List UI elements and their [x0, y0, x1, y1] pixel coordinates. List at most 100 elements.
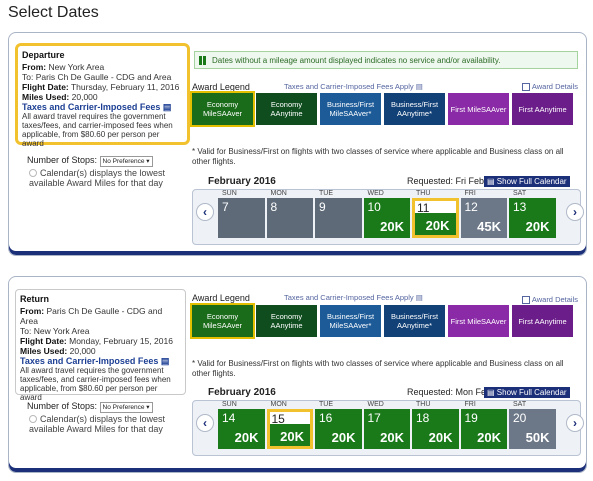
- legend-economy-aanytime[interactable]: Economy AAnytime: [256, 93, 317, 125]
- miles-label: Miles Used:: [22, 92, 70, 102]
- calendar-day-19[interactable]: 19 20K: [460, 409, 507, 449]
- stops-select[interactable]: No Preference ▾: [99, 402, 153, 413]
- day-of-week-label: MON: [270, 401, 287, 408]
- award-details-link[interactable]: Award Details: [521, 82, 578, 92]
- legend-first-milesaaver[interactable]: First MileSAAver: [448, 305, 509, 337]
- day-of-week-label: WED: [367, 401, 384, 408]
- legend-economy-milesaaver[interactable]: Economy MileSAAver: [190, 91, 255, 127]
- day-of-week-label: TUE: [319, 401, 333, 408]
- calendar-day-11[interactable]: 11 20K: [412, 198, 459, 238]
- calendar-day-18[interactable]: 18 20K: [412, 409, 459, 449]
- day-miles: 20K: [380, 219, 404, 234]
- legend-business-milesaaver[interactable]: Business/First MileSAAver*: [320, 93, 381, 125]
- departure-title: Departure: [22, 50, 65, 60]
- day-of-week-label: MON: [270, 190, 287, 197]
- day-of-week-label: WED: [367, 190, 384, 197]
- departure-calendar: February 2016 Requested: Fri Feb 12 ▤ Sh…: [192, 176, 584, 245]
- day-number: 16: [319, 411, 333, 425]
- stops-filter: Number of Stops: No Preference ▾: [27, 401, 153, 413]
- fees-info-icon[interactable]: ▤: [161, 356, 170, 366]
- day-number: 12: [464, 200, 478, 214]
- calendar-day-15[interactable]: 15 20K: [266, 409, 313, 449]
- calendar-day-14[interactable]: 14 20K: [218, 409, 265, 449]
- day-of-week-label: FRI: [464, 401, 476, 408]
- flight-date-value: Monday, February 15, 2016: [69, 336, 173, 346]
- calendar-radio[interactable]: [29, 415, 37, 423]
- legend-business-aanytime[interactable]: Business/First AAnytime*: [384, 93, 445, 125]
- calendar-day-17[interactable]: 17 20K: [363, 409, 410, 449]
- calendar-day-16[interactable]: 16 20K: [315, 409, 362, 449]
- legend-boxes: Economy MileSAAver Economy AAnytime Busi…: [190, 303, 573, 339]
- from-label: From:: [22, 62, 47, 72]
- day-miles: 20K: [428, 430, 453, 445]
- day-of-week-label: SUN: [222, 190, 237, 197]
- award-legend-title: Award Legend: [192, 82, 250, 92]
- next-week-button[interactable]: ›: [566, 414, 584, 432]
- fees-info-icon[interactable]: ▤: [163, 102, 172, 112]
- award-details-link[interactable]: Award Details: [521, 295, 578, 305]
- valid-note: * Valid for Business/First on flights wi…: [192, 147, 564, 166]
- prev-week-button[interactable]: ‹: [196, 414, 214, 432]
- next-week-button[interactable]: ›: [566, 203, 584, 221]
- return-panel: Return From: Paris Ch De Gaulle - CDG an…: [8, 276, 587, 473]
- day-number: 17: [367, 411, 381, 425]
- calendar-note: Calendar(s) displays the lowest availabl…: [29, 414, 166, 434]
- calendar-day-8[interactable]: 8: [266, 198, 313, 238]
- show-full-calendar-button[interactable]: ▤ Show Full Calendar: [484, 176, 570, 187]
- legend-economy-milesaaver[interactable]: Economy MileSAAver: [190, 303, 255, 339]
- stops-label: Number of Stops:: [27, 155, 98, 165]
- day-of-week-label: SUN: [222, 401, 237, 408]
- calendar-day-12[interactable]: 12 45K: [460, 198, 507, 238]
- departure-summary[interactable]: Departure From: New York Area To: Paris …: [15, 43, 190, 148]
- calendar-strip: ‹ SUN MON TUE WED THU FRI SAT 7 8 9 10 20K 11 20K 12 4…: [192, 189, 584, 245]
- calendar-note: Calendar(s) displays the lowest availabl…: [29, 168, 166, 188]
- day-miles: 20K: [477, 430, 501, 445]
- day-miles: 20K: [380, 430, 404, 445]
- to-label: To:: [22, 72, 34, 82]
- day-number: 18: [416, 411, 430, 425]
- flight-date-label: Flight Date:: [20, 336, 67, 346]
- day-number: 7: [222, 200, 229, 214]
- legend-fees-link[interactable]: Taxes and Carrier-Imposed Fees Apply ▤: [284, 82, 423, 91]
- legend-first-milesaaver[interactable]: First MileSAAver: [448, 93, 509, 125]
- day-number: 19: [464, 411, 478, 425]
- calendar-day-10[interactable]: 10 20K: [363, 198, 410, 238]
- calendar-day-13[interactable]: 13 20K: [509, 198, 556, 238]
- fees-link[interactable]: Taxes and Carrier-Imposed Fees: [20, 356, 158, 366]
- day-number: 10: [367, 200, 381, 214]
- day-number: 15: [271, 412, 285, 426]
- legend-fees-link[interactable]: Taxes and Carrier-Imposed Fees Apply ▤: [284, 293, 423, 302]
- calendar-day-9[interactable]: 9: [315, 198, 362, 238]
- show-full-calendar-button[interactable]: ▤ Show Full Calendar: [484, 387, 570, 398]
- day-number: 14: [222, 411, 236, 425]
- fees-link[interactable]: Taxes and Carrier-Imposed Fees: [22, 102, 160, 112]
- info-icon: [199, 56, 206, 66]
- legend-business-milesaaver[interactable]: Business/First MileSAAver*: [320, 305, 381, 337]
- to-value: New York Area: [33, 326, 90, 336]
- award-details-icon: [521, 296, 530, 305]
- legend-boxes: Economy MileSAAver Economy AAnytime Busi…: [190, 91, 573, 127]
- calendar-radio[interactable]: [29, 169, 37, 177]
- calendar-day-20[interactable]: 20 50K: [509, 409, 556, 449]
- day-of-week-label: SAT: [513, 190, 527, 197]
- miles-value: 20,000: [71, 92, 98, 102]
- stops-select[interactable]: No Preference ▾: [99, 156, 153, 167]
- legend-first-aanytime[interactable]: First AAnytime: [512, 305, 573, 337]
- fees-text: All award travel requires the government…: [22, 112, 173, 148]
- day-miles: 20K: [425, 218, 450, 233]
- day-number: 20: [513, 411, 527, 425]
- legend-first-aanytime[interactable]: First AAnytime: [512, 93, 573, 125]
- legend-business-aanytime[interactable]: Business/First AAnytime*: [384, 305, 445, 337]
- stops-filter: Number of Stops: No Preference ▾: [27, 155, 153, 167]
- return-summary[interactable]: Return From: Paris Ch De Gaulle - CDG an…: [15, 289, 186, 402]
- miles-value: 20,000: [69, 346, 96, 356]
- page-title: Select Dates: [8, 4, 99, 21]
- day-miles: 50K: [525, 430, 550, 445]
- prev-week-button[interactable]: ‹: [196, 203, 214, 221]
- calendar-day-7[interactable]: 7: [218, 198, 265, 238]
- return-calendar: February 2016 Requested: Mon Feb 15 ▤ Sh…: [192, 387, 584, 456]
- legend-economy-aanytime[interactable]: Economy AAnytime: [256, 305, 317, 337]
- day-of-week-label: THU: [416, 190, 431, 197]
- day-miles: 20K: [280, 429, 304, 444]
- day-number: 9: [319, 200, 326, 214]
